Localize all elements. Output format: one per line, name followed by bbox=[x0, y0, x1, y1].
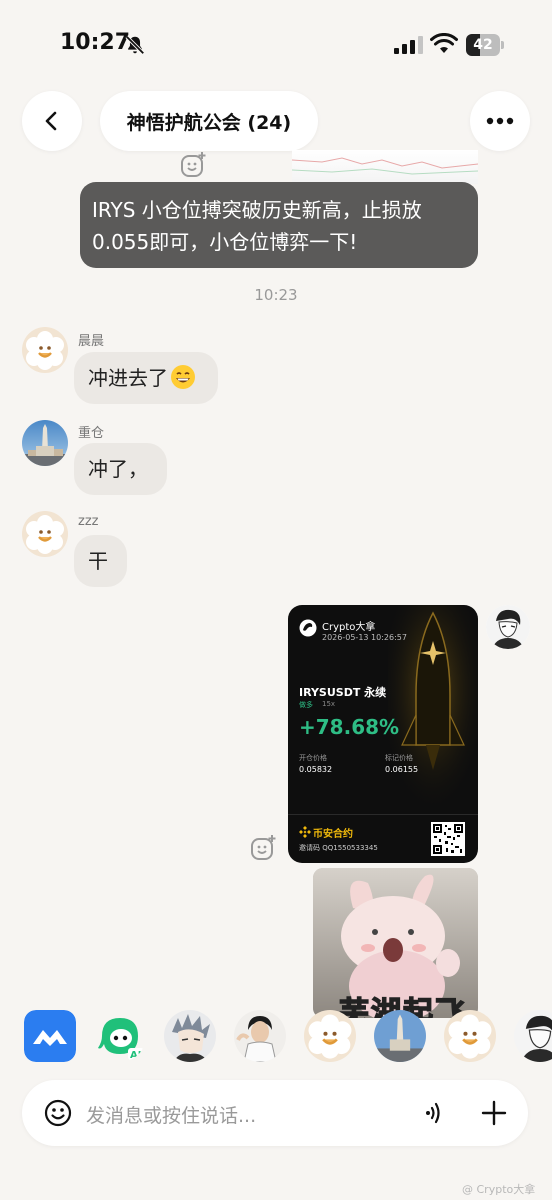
watermark: @ Crypto大拿 bbox=[462, 1183, 536, 1196]
more-button[interactable] bbox=[470, 91, 530, 151]
contact-avatar[interactable] bbox=[514, 1010, 552, 1062]
message-bubble[interactable]: 冲了， bbox=[74, 443, 167, 495]
card-author: Crypto大拿 bbox=[322, 622, 376, 633]
card-side: 做多 bbox=[299, 701, 313, 709]
my-avatar[interactable] bbox=[486, 605, 530, 649]
sender-name: 重仓 bbox=[78, 426, 105, 441]
plus-icon[interactable] bbox=[480, 1099, 508, 1127]
binance-logo-icon bbox=[299, 826, 311, 838]
voice-icon[interactable] bbox=[420, 1099, 448, 1127]
card-invite: 邀请码 QQ1550533345 bbox=[299, 844, 378, 852]
wifi-icon bbox=[430, 33, 458, 53]
app-logo-icon[interactable] bbox=[24, 1010, 76, 1062]
contact-avatar[interactable] bbox=[304, 1010, 356, 1062]
card-entry-value: 0.05832 bbox=[299, 765, 333, 774]
card-pnl: +78.68% bbox=[299, 715, 400, 739]
card-pair: IRYSUSDT 永续 bbox=[299, 686, 387, 699]
battery-percent: 42 bbox=[473, 37, 493, 53]
quick-shortcut-row: AI bbox=[0, 1010, 552, 1068]
card-leverage: 15x bbox=[322, 700, 336, 708]
message-text: 冲了， bbox=[88, 457, 148, 481]
grinning-face-emoji-icon bbox=[171, 365, 195, 389]
card-mark-value: 0.06155 bbox=[385, 765, 419, 774]
previous-image-message[interactable] bbox=[292, 150, 478, 184]
avatar-chenchen[interactable] bbox=[22, 327, 68, 373]
message-bubble[interactable]: 冲进去了 bbox=[74, 352, 218, 404]
sender-name: 晨晨 bbox=[78, 334, 105, 349]
battery-indicator: 42 bbox=[466, 34, 504, 56]
emoji-icon[interactable] bbox=[44, 1099, 72, 1127]
contact-avatar[interactable] bbox=[234, 1010, 286, 1062]
contact-avatar[interactable] bbox=[164, 1010, 216, 1062]
sticker-image[interactable]: 芜湖起飞 bbox=[313, 868, 478, 1018]
contact-avatar[interactable] bbox=[374, 1010, 426, 1062]
message-input[interactable]: 发消息或按住说话... bbox=[86, 1101, 256, 1128]
card-mark-label: 标记价格 bbox=[385, 754, 413, 762]
message-text: 冲进去了 bbox=[88, 366, 168, 390]
add-reaction-icon[interactable] bbox=[249, 834, 277, 862]
cellular-signal-icon bbox=[394, 36, 423, 54]
mute-bell-icon bbox=[125, 35, 145, 55]
chevron-left-icon bbox=[45, 111, 57, 131]
sender-name: zzz bbox=[78, 514, 99, 529]
announcement-line-2: 0.055即可，小仓位博弈一下! bbox=[92, 230, 358, 254]
avatar-zhongcang[interactable] bbox=[22, 420, 68, 466]
add-reaction-icon[interactable] bbox=[179, 151, 207, 179]
card-entry-label: 开仓价格 bbox=[299, 754, 327, 762]
back-button[interactable] bbox=[22, 91, 82, 151]
message-input-bar[interactable]: 发消息或按住说话... bbox=[22, 1080, 528, 1146]
more-dots-icon bbox=[486, 117, 514, 125]
announcement-line-1: IRYS 小仓位搏突破历史新高，止损放 bbox=[92, 198, 422, 222]
card-brand: 币安合约 bbox=[313, 829, 353, 840]
contact-avatar[interactable] bbox=[444, 1010, 496, 1062]
message-bubble-announcement[interactable]: IRYS 小仓位搏突破历史新高，止损放 0.055即可，小仓位博弈一下! bbox=[80, 182, 478, 268]
message-timestamp: 10:23 bbox=[254, 286, 298, 304]
avatar-zzz[interactable] bbox=[22, 511, 68, 557]
svg-text:AI: AI bbox=[130, 1050, 141, 1061]
message-bubble[interactable]: 干 bbox=[74, 535, 127, 587]
card-datetime: 2026-05-13 10:26:57 bbox=[322, 633, 407, 642]
status-time: 10:27 bbox=[60, 30, 131, 55]
trade-share-card[interactable]: Crypto大拿 2026-05-13 10:26:57 IRYSUSDT 永续… bbox=[288, 605, 478, 863]
status-bar: 10:27 42 bbox=[0, 0, 552, 90]
qr-code-icon bbox=[431, 822, 465, 856]
message-text: 干 bbox=[88, 549, 108, 573]
ai-assistant-icon[interactable]: AI bbox=[94, 1010, 146, 1062]
author-logo-icon bbox=[299, 619, 317, 637]
chat-title[interactable]: 神悟护航公会 (24) bbox=[100, 91, 318, 151]
